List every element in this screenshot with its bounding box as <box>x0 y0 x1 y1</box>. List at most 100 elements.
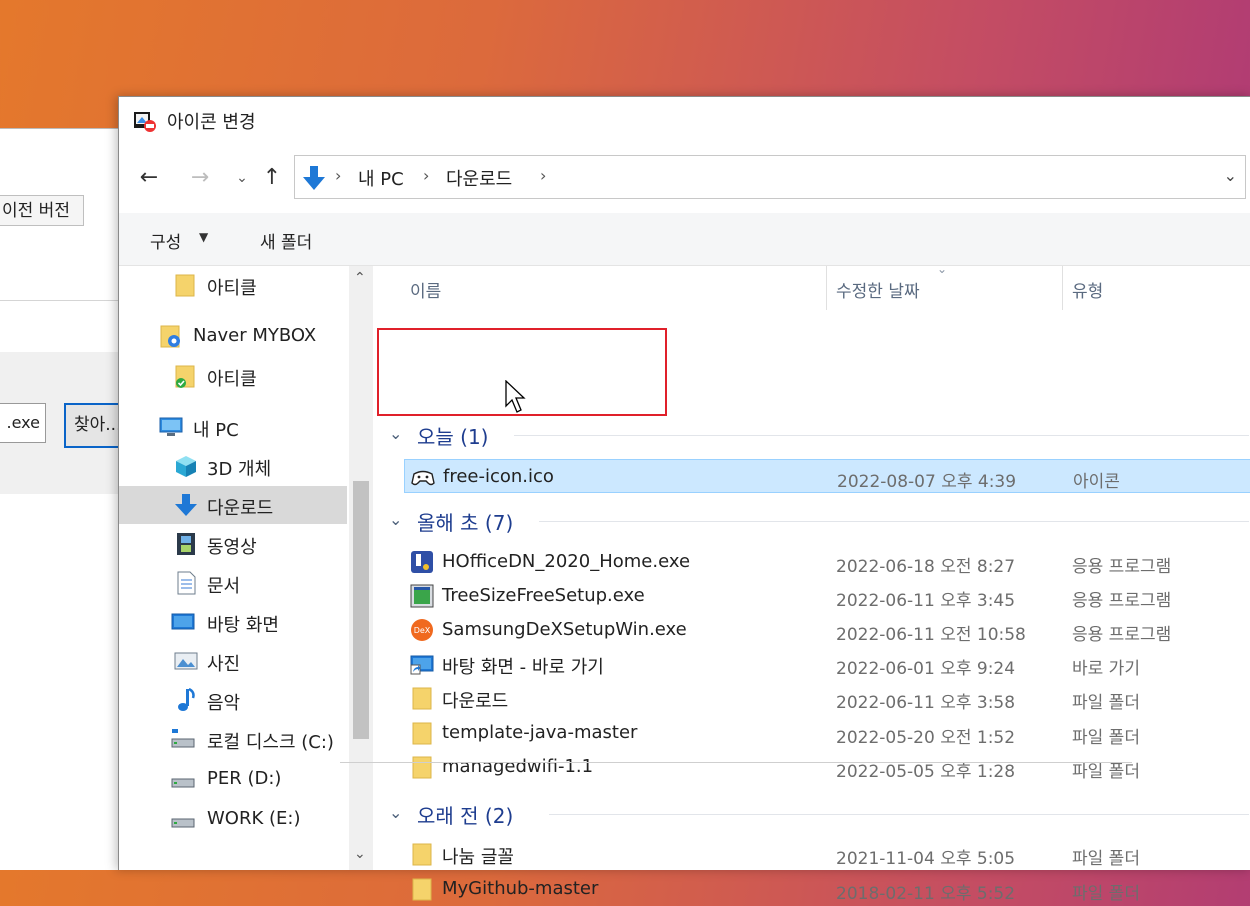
file-name: TreeSizeFreeSetup.exe <box>442 585 645 606</box>
download-arrow-icon <box>303 166 325 190</box>
file-date: 2022-06-11 오후 3:58 <box>836 693 1016 713</box>
caret-down-icon[interactable]: ▼ <box>199 230 208 244</box>
cloud-folder-icon <box>160 325 180 348</box>
column-divider[interactable] <box>826 266 827 310</box>
address-dropdown-icon[interactable]: ⌄ <box>1224 166 1237 185</box>
file-row[interactable]: managedwifi-1.1 2022-05-05 오후 1:28 파일 폴더 <box>404 750 1250 784</box>
shortcut-icon <box>410 655 434 675</box>
mouse-cursor-icon <box>505 380 526 413</box>
folder-icon <box>412 687 432 710</box>
file-row[interactable]: template-java-master 2022-05-20 오전 1:52 … <box>404 716 1250 750</box>
cube-icon <box>176 456 196 477</box>
sort-caret-icon: ⌄ <box>937 262 948 276</box>
file-row[interactable]: 나눔 글꼴 2021-11-04 오후 5:05 파일 폴더 <box>404 837 1250 871</box>
nav-item-this-pc[interactable]: 내 PC <box>119 408 347 446</box>
folder-icon <box>412 722 432 745</box>
file-name: template-java-master <box>442 722 638 743</box>
file-date: 2022-05-05 오후 1:28 <box>836 762 1016 782</box>
new-folder-button[interactable]: 새 폴더 <box>260 228 312 253</box>
breadcrumb-separator: › <box>540 166 547 185</box>
file-name: MyGithub-master <box>442 878 599 899</box>
synced-folder-icon <box>175 365 195 388</box>
browse-button[interactable]: 찾아... <box>64 403 124 448</box>
forward-button[interactable]: → <box>185 163 215 193</box>
nav-item-local-disk-c[interactable]: 로컬 디스크 (C:) <box>119 720 347 758</box>
nav-item-videos[interactable]: 동영상 <box>119 525 347 563</box>
group-divider <box>549 814 1249 815</box>
nav-item-label: 사진 <box>207 654 241 675</box>
recent-locations-button[interactable]: ⌄ <box>227 163 257 193</box>
nav-item-label: 3D 개체 <box>207 459 272 480</box>
file-type: 파일 폴더 <box>1072 884 1140 904</box>
nav-item-label: WORK (E:) <box>207 808 301 829</box>
change-icon-dialog: 아이콘 변경 ← → ⌄ ↑ › 내 PC › 다운로드 › ⌄ 구성 ▼ 새 … <box>118 96 1250 904</box>
file-row[interactable]: TreeSizeFreeSetup.exe 2022-06-11 오후 3:45… <box>404 579 1250 613</box>
download-icon <box>175 494 197 516</box>
file-date: 2022-06-01 오후 9:24 <box>836 659 1016 679</box>
nav-pane-scrollbar[interactable]: ⌃ ⌄ <box>349 266 373 870</box>
chevron-down-icon: ⌄ <box>389 424 403 443</box>
nav-item-work-e[interactable]: WORK (E:) <box>119 800 347 838</box>
file-date: 2018-02-11 오후 5:52 <box>836 884 1016 904</box>
file-name: managedwifi-1.1 <box>442 756 594 777</box>
column-divider[interactable] <box>1062 266 1063 310</box>
nav-item-pictures[interactable]: 사진 <box>119 642 347 680</box>
computer-icon <box>159 417 183 436</box>
nav-item-3d-objects[interactable]: 3D 개체 <box>119 447 347 485</box>
file-type: 파일 폴더 <box>1072 762 1140 782</box>
nav-item-documents[interactable]: 문서 <box>119 564 347 602</box>
document-icon <box>177 571 196 595</box>
group-divider <box>514 435 1249 436</box>
back-button[interactable]: ← <box>134 163 164 193</box>
file-row[interactable]: DeX SamsungDeXSetupWin.exe 2022-06-11 오전… <box>404 613 1250 647</box>
file-type: 파일 폴더 <box>1072 728 1140 748</box>
scroll-up-icon[interactable]: ⌃ <box>354 270 366 286</box>
app-icon <box>134 112 156 132</box>
file-row[interactable]: HOfficeDN_2020_Home.exe 2022-06-18 오전 8:… <box>404 545 1250 579</box>
nav-item-music[interactable]: 음악 <box>119 681 347 719</box>
scrollbar-thumb[interactable] <box>353 481 369 739</box>
nav-item-naver-mybox[interactable]: Naver MYBOX <box>119 317 347 355</box>
column-name[interactable]: 이름 <box>410 277 441 302</box>
film-icon <box>177 533 195 555</box>
nav-item-article[interactable]: 아티클 <box>119 266 347 304</box>
column-type[interactable]: 유형 <box>1072 277 1103 302</box>
nav-item-label: 문서 <box>207 576 241 597</box>
target-path-input[interactable]: .exe <box>0 403 46 443</box>
previous-versions-tab[interactable]: 이전 버전 <box>0 195 84 226</box>
column-date-modified[interactable]: 수정한 날짜 <box>836 277 920 302</box>
folder-icon <box>412 878 432 901</box>
organize-button[interactable]: 구성 <box>150 228 181 253</box>
file-date: 2022-06-11 오전 10:58 <box>836 625 1026 645</box>
file-name: 다운로드 <box>442 691 509 712</box>
nav-item-label: 로컬 디스크 (C:) <box>207 732 334 753</box>
nav-item-desktop[interactable]: 바탕 화면 <box>119 603 347 641</box>
breadcrumb-separator: › <box>423 166 430 185</box>
folder-icon <box>412 756 432 779</box>
file-row[interactable]: free-icon.ico 2022-08-07 오후 4:39 아이콘 <box>404 459 1250 493</box>
address-bar[interactable]: › 내 PC › 다운로드 › ⌄ <box>294 155 1246 199</box>
navigation-pane: 아티클 Naver MYBOX 아티클 내 PC 3D 개체 다운로드 동영상 <box>119 266 374 870</box>
breadcrumb-this-pc[interactable]: 내 PC <box>358 165 404 191</box>
file-name: 나눔 글꼴 <box>442 847 514 868</box>
file-type: 아이콘 <box>1073 472 1120 492</box>
nav-item-label: 아티클 <box>207 278 257 299</box>
file-type: 바로 가기 <box>1072 659 1140 679</box>
nav-item-downloads[interactable]: 다운로드 <box>119 486 347 524</box>
drive-icon <box>171 778 195 788</box>
dex-icon: DeX <box>411 619 433 641</box>
up-button[interactable]: ↑ <box>257 163 287 193</box>
nav-item-per-d[interactable]: PER (D:) <box>119 760 347 798</box>
breadcrumb-downloads[interactable]: 다운로드 <box>446 165 512 191</box>
file-type: 파일 폴더 <box>1072 849 1140 869</box>
file-type: 응용 프로그램 <box>1072 591 1172 611</box>
background-window <box>0 128 130 870</box>
file-row[interactable]: 다운로드 2022-06-11 오후 3:58 파일 폴더 <box>404 681 1250 715</box>
nav-item-label: 동영상 <box>207 537 257 558</box>
file-type: 응용 프로그램 <box>1072 625 1172 645</box>
scroll-down-icon[interactable]: ⌄ <box>354 846 366 862</box>
file-row[interactable]: 바탕 화면 - 바로 가기 2022-06-01 오후 9:24 바로 가기 <box>404 647 1250 681</box>
file-row[interactable]: MyGithub-master 2018-02-11 오후 5:52 파일 폴더 <box>404 872 1250 906</box>
nav-item-synced-article[interactable]: 아티클 <box>119 357 347 395</box>
desktop-icon <box>171 613 195 630</box>
